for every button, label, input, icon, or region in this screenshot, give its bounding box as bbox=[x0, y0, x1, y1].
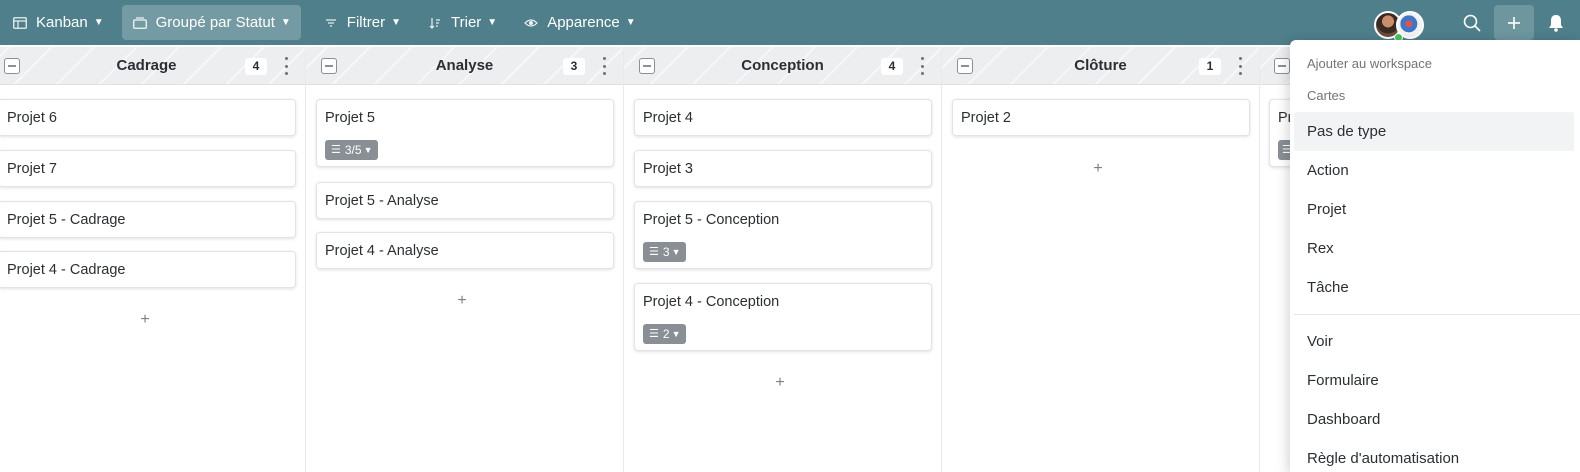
card-title: Projet 5 - Conception bbox=[643, 212, 780, 228]
column-header: Analyse 3 bbox=[306, 47, 623, 85]
card-title: Projet 5 bbox=[325, 110, 375, 126]
card[interactable]: Projet 7 bbox=[0, 150, 296, 187]
top-toolbar: Kanban ▼ Groupé par Statut ▼ Filtrer ▼ T… bbox=[0, 0, 1580, 45]
menu-divider bbox=[1294, 314, 1580, 315]
filter-label: Filtrer bbox=[346, 14, 386, 31]
group-label: Groupé par Statut bbox=[155, 14, 275, 31]
chevron-down-icon: ▼ bbox=[93, 17, 104, 28]
chevron-down-icon: ▼ bbox=[671, 329, 681, 339]
column-count-badge: 4 bbox=[245, 58, 267, 75]
column-cadrage: Cadrage 4 Projet 6 Projet 7 Projet 5 - C… bbox=[0, 47, 306, 472]
dropdown-section-cards: Cartes bbox=[1307, 88, 1346, 103]
add-card-icon[interactable]: + bbox=[452, 291, 472, 311]
dropdown-section-workspace: Ajouter au workspace bbox=[1307, 56, 1433, 71]
column-header: Conception 4 bbox=[624, 47, 941, 85]
card-title: Projet 4 - Cadrage bbox=[7, 262, 126, 278]
card[interactable]: Projet 5 ☰ 3/5 ▼ bbox=[316, 99, 614, 167]
add-card-icon[interactable]: + bbox=[770, 373, 790, 393]
chevron-down-icon: ▼ bbox=[625, 17, 636, 28]
add-card-icon[interactable]: + bbox=[1088, 159, 1108, 179]
card[interactable]: Projet 4 - Conception ☰ 2 ▼ bbox=[634, 283, 932, 351]
card-title: Projet 4 - Analyse bbox=[325, 243, 439, 259]
card-title: Projet 4 bbox=[643, 110, 693, 126]
sort-icon bbox=[427, 15, 443, 31]
member-avatars[interactable] bbox=[1374, 7, 1436, 42]
card-title: Projet 5 - Cadrage bbox=[7, 212, 126, 228]
card[interactable]: Projet 4 - Cadrage bbox=[0, 251, 296, 288]
sort-button[interactable]: Trier ▼ bbox=[417, 5, 507, 40]
filter-icon bbox=[323, 15, 339, 31]
more-vertical-icon[interactable] bbox=[919, 57, 925, 75]
appearance-label: Apparence bbox=[547, 14, 620, 31]
add-icon[interactable] bbox=[1494, 5, 1534, 40]
search-icon[interactable] bbox=[1452, 5, 1492, 40]
card[interactable]: Projet 3 bbox=[634, 150, 932, 187]
more-vertical-icon[interactable] bbox=[601, 57, 607, 75]
toolbar-right bbox=[1374, 0, 1580, 45]
column-count-badge: 4 bbox=[881, 58, 903, 75]
eye-icon bbox=[523, 15, 539, 31]
card-title: Projet 6 bbox=[7, 110, 57, 126]
bell-icon[interactable] bbox=[1536, 5, 1576, 40]
card-title: Projet 4 - Conception bbox=[643, 294, 780, 310]
menu-item-no-type[interactable]: Pas de type bbox=[1294, 112, 1574, 151]
subtasks-badge[interactable]: ☰ 3/5 ▼ bbox=[325, 140, 379, 160]
chevron-down-icon: ▼ bbox=[391, 17, 402, 28]
menu-item-projet[interactable]: Projet bbox=[1290, 190, 1580, 229]
sort-label: Trier bbox=[451, 14, 482, 31]
column-count-badge: 1 bbox=[1199, 58, 1221, 75]
menu-item-action[interactable]: Action bbox=[1290, 151, 1580, 190]
card-title: Projet 7 bbox=[7, 161, 57, 177]
add-card-icon[interactable]: + bbox=[135, 310, 155, 330]
checklist-icon: ☰ bbox=[331, 144, 341, 156]
subtasks-count: 3 bbox=[662, 245, 670, 259]
card[interactable]: Projet 5 - Conception ☰ 3 ▼ bbox=[634, 201, 932, 269]
group-by-button[interactable]: Groupé par Statut ▼ bbox=[121, 5, 301, 40]
card-title: Projet 3 bbox=[643, 161, 693, 177]
subtasks-badge[interactable]: ☰ 3 ▼ bbox=[643, 242, 687, 262]
checklist-icon: ☰ bbox=[649, 246, 659, 258]
view-label: Kanban bbox=[36, 14, 88, 31]
card[interactable]: Projet 5 - Analyse bbox=[316, 182, 614, 219]
subtasks-count: 2 bbox=[662, 327, 670, 341]
subtasks-badge[interactable]: ☰ 2 ▼ bbox=[643, 324, 687, 344]
chevron-down-icon: ▼ bbox=[487, 17, 498, 28]
collapse-column-icon[interactable] bbox=[1274, 58, 1290, 74]
column-analyse: Analyse 3 Projet 5 ☰ 3/5 ▼ Projet 5 - Anal… bbox=[306, 47, 624, 472]
view-switcher-button[interactable]: Kanban ▼ bbox=[2, 5, 114, 40]
checklist-icon: ☰ bbox=[649, 328, 659, 340]
column-conception: Conception 4 Projet 4 Projet 3 Projet 5 … bbox=[624, 47, 942, 472]
column-header: Cadrage 4 bbox=[0, 47, 305, 85]
menu-item-tache[interactable]: Tâche bbox=[1290, 268, 1580, 307]
filter-button[interactable]: Filtrer ▼ bbox=[313, 5, 411, 40]
column-cloture: Clôture 1 Projet 2 + bbox=[942, 47, 1260, 472]
chevron-down-icon: ▼ bbox=[363, 145, 373, 155]
menu-item-formulaire[interactable]: Formulaire bbox=[1290, 361, 1580, 400]
card-title: Projet 5 - Analyse bbox=[325, 193, 439, 209]
card[interactable]: Projet 6 bbox=[0, 99, 296, 136]
menu-item-voir[interactable]: Voir bbox=[1290, 322, 1580, 361]
subtasks-count: 3/5 bbox=[344, 143, 362, 157]
chevron-down-icon: ▼ bbox=[671, 247, 681, 257]
more-vertical-icon[interactable] bbox=[1237, 57, 1243, 75]
add-menu-dropdown: Ajouter au workspace Cartes Pas de type … bbox=[1290, 40, 1580, 472]
column-header: Clôture 1 bbox=[942, 47, 1259, 85]
card[interactable]: Projet 5 - Cadrage bbox=[0, 201, 296, 238]
card[interactable]: Projet 4 bbox=[634, 99, 932, 136]
menu-item-rex[interactable]: Rex bbox=[1290, 229, 1580, 268]
more-vertical-icon[interactable] bbox=[283, 57, 289, 75]
table-icon bbox=[12, 15, 28, 31]
appearance-button[interactable]: Apparence ▼ bbox=[513, 5, 645, 40]
column-count-badge: 3 bbox=[563, 58, 585, 75]
menu-item-dashboard[interactable]: Dashboard bbox=[1290, 400, 1580, 439]
card[interactable]: Projet 2 bbox=[952, 99, 1250, 136]
chevron-down-icon: ▼ bbox=[280, 17, 291, 28]
card-title: Projet 2 bbox=[961, 110, 1011, 126]
menu-item-automation-rule[interactable]: Règle d'automatisation bbox=[1290, 439, 1580, 472]
group-icon bbox=[132, 15, 148, 31]
card[interactable]: Projet 4 - Analyse bbox=[316, 232, 614, 269]
